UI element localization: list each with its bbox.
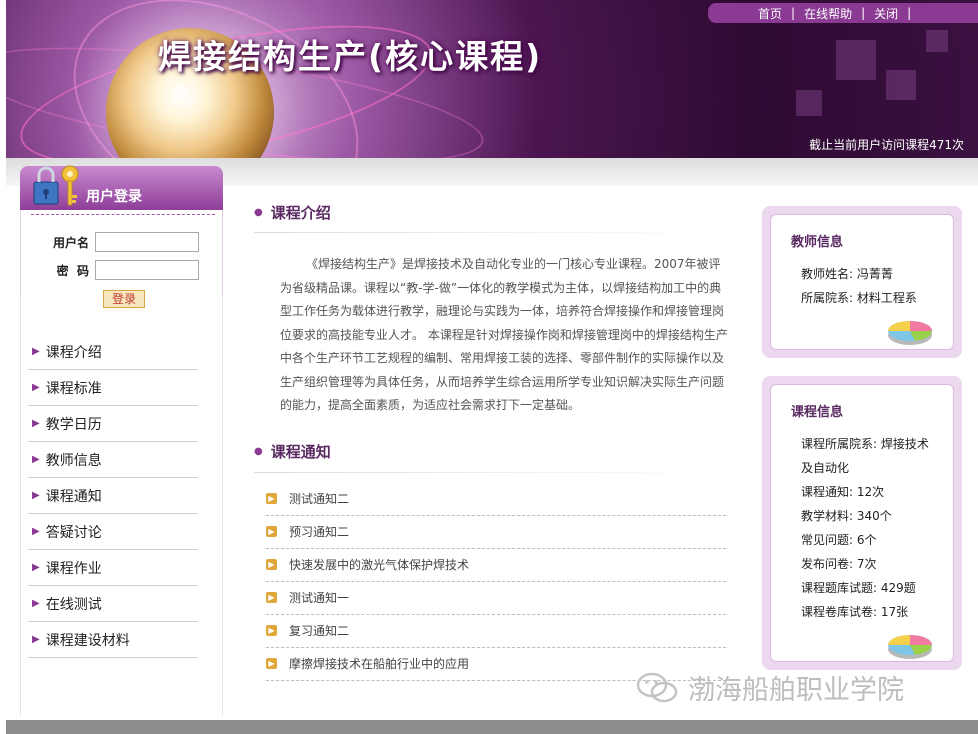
- banner-decor: [926, 30, 948, 52]
- login-header: 用户登录: [20, 165, 223, 210]
- teacher-name: 教师姓名: 冯菁菁: [801, 267, 893, 281]
- bullet-icon: ●: [254, 206, 263, 218]
- sidebar-menu: ▶ 课程介绍 ▶ 课程标准 ▶ 教学日历 ▶ 教师信息 ▶ 课程通知 ▶ 答疑讨论 ▶ 课程作…: [28, 334, 198, 658]
- username-row: 用户名: [21, 232, 199, 252]
- arrow-right-icon: ▶: [32, 382, 40, 393]
- visit-count: 截止当前用户访问课程471次: [809, 138, 964, 152]
- intro-section-title: ● 课程介绍: [254, 203, 331, 222]
- banner-decor: [886, 70, 916, 100]
- list-item[interactable]: ▶ 预习通知二: [266, 516, 726, 549]
- course-info-box: 课程信息 课程所属院系: 焊接技术 及自动化 课程通知: 12次 教学材料: 3…: [762, 376, 962, 670]
- sidebar-item-course-notice[interactable]: ▶ 课程通知: [28, 478, 198, 514]
- arrow-right-icon: ▶: [32, 562, 40, 573]
- arrow-bullet-icon: ▶: [266, 526, 277, 537]
- teacher-info-title: 教师信息: [791, 235, 844, 250]
- sidebar-item-course-intro[interactable]: ▶ 课程介绍: [28, 334, 198, 370]
- login-button[interactable]: 登录: [103, 290, 145, 308]
- arrow-right-icon: ▶: [32, 634, 40, 645]
- course-notice-count: 课程通知: 12次: [801, 485, 885, 499]
- course-paper-count: 课程卷库试卷: 17张: [801, 605, 909, 619]
- notice-list: ▶ 测试通知二 ▶ 预习通知二 ▶ 快速发展中的激光气体保护焊技术 ▶ 测试通知一 ▶ 复…: [266, 483, 726, 681]
- list-item[interactable]: ▶ 测试通知二: [266, 483, 726, 516]
- banner-decor: [836, 40, 876, 80]
- pie-chart-icon: [888, 635, 933, 659]
- course-survey-count: 发布问卷: 7次: [801, 557, 877, 571]
- username-input[interactable]: [95, 232, 199, 252]
- nav-help-link[interactable]: 在线帮助: [804, 5, 852, 22]
- sidebar-item-online-test[interactable]: ▶ 在线测试: [28, 586, 198, 622]
- username-label: 用户名: [52, 235, 89, 250]
- nav-home-link[interactable]: 首页: [758, 5, 782, 22]
- banner-decor: [796, 90, 822, 116]
- password-label: 密 码: [56, 263, 89, 278]
- arrow-right-icon: ▶: [32, 490, 40, 501]
- wechat-icon: [636, 672, 678, 702]
- course-title: 焊接结构生产(核心课程): [158, 37, 543, 76]
- pie-chart-icon: [888, 321, 933, 345]
- sidebar-item-teacher-info[interactable]: ▶ 教师信息: [28, 442, 198, 478]
- sidebar: 用户登录 用户名 密 码 登录 ▶ 课程介绍 ▶ 课程标准 ▶ 教学日历 ▶ 教师信息 …: [20, 165, 223, 726]
- arrow-right-icon: ▶: [32, 418, 40, 429]
- sidebar-item-construction-materials[interactable]: ▶ 课程建设材料: [28, 622, 198, 658]
- teacher-dept: 所属院系: 材料工程系: [801, 291, 917, 305]
- arrow-right-icon: ▶: [32, 346, 40, 357]
- notice-section-title: ● 课程通知: [254, 443, 331, 461]
- teacher-info-box: 教师信息 教师姓名: 冯菁菁 所属院系: 材料工程系: [762, 206, 962, 358]
- arrow-bullet-icon: ▶: [266, 625, 277, 636]
- sidebar-item-teaching-calendar[interactable]: ▶ 教学日历: [28, 406, 198, 442]
- login-title: 用户登录: [86, 189, 142, 205]
- list-item[interactable]: ▶ 复习通知二: [266, 615, 726, 648]
- main-content: ● 课程介绍 《焊接结构生产》是焊接技术及自动化专业的一门核心专业课程。2007…: [254, 200, 734, 681]
- top-nav: 首页 | 在线帮助 | 关闭 |: [708, 3, 978, 23]
- course-info-title: 课程信息: [791, 405, 844, 420]
- watermark: 渤海船舶职业学院: [636, 668, 904, 707]
- header-banner: 焊接结构生产(核心课程) 首页 | 在线帮助 | 关闭 | 截止当前用户访问课程…: [6, 0, 978, 158]
- course-faq-count: 常见问题: 6个: [801, 533, 877, 547]
- footer-bar: [6, 720, 978, 734]
- bullet-icon: ●: [254, 446, 263, 457]
- intro-text: 《焊接结构生产》是焊接技术及自动化专业的一门核心专业课程。2007年被评为省级精…: [280, 257, 728, 412]
- arrow-right-icon: ▶: [32, 598, 40, 609]
- course-question-count: 课程题库试题: 429题: [801, 581, 916, 595]
- login-form: 用户名 密 码 登录: [20, 210, 223, 308]
- course-dept-cont: 及自动化: [801, 461, 850, 475]
- nav-close-link[interactable]: 关闭: [874, 5, 898, 22]
- lock-key-icon: [33, 165, 79, 206]
- arrow-bullet-icon: ▶: [266, 658, 277, 669]
- arrow-right-icon: ▶: [32, 526, 40, 537]
- watermark-text: 渤海船舶职业学院: [688, 675, 904, 706]
- arrow-bullet-icon: ▶: [266, 592, 277, 603]
- arrow-right-icon: ▶: [32, 454, 40, 465]
- sidebar-item-course-standard[interactable]: ▶ 课程标准: [28, 370, 198, 406]
- password-input[interactable]: [95, 260, 199, 280]
- password-row: 密 码: [21, 260, 199, 280]
- page: 焊接结构生产(核心课程) 首页 | 在线帮助 | 关闭 | 截止当前用户访问课程…: [0, 0, 978, 734]
- arrow-bullet-icon: ▶: [266, 559, 277, 570]
- sidebar-item-homework[interactable]: ▶ 课程作业: [28, 550, 198, 586]
- sidebar-item-qa-discussion[interactable]: ▶ 答疑讨论: [28, 514, 198, 550]
- course-material-count: 教学材料: 340个: [801, 509, 892, 523]
- course-dept: 课程所属院系: 焊接技术: [801, 437, 929, 451]
- list-item[interactable]: ▶ 测试通知一: [266, 582, 726, 615]
- arrow-bullet-icon: ▶: [266, 493, 277, 504]
- list-item[interactable]: ▶ 快速发展中的激光气体保护焊技术: [266, 549, 726, 582]
